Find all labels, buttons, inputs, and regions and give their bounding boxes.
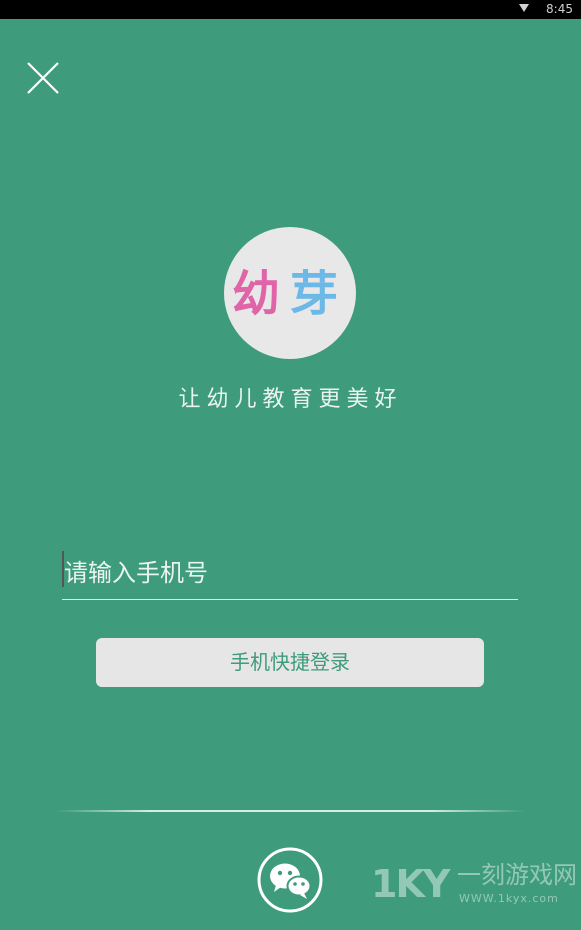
phone-number-input[interactable] bbox=[62, 553, 520, 593]
wechat-icon bbox=[257, 847, 323, 913]
phone-field bbox=[62, 545, 520, 600]
divider bbox=[55, 810, 526, 812]
wechat-login-button[interactable] bbox=[256, 846, 324, 914]
status-bar: 8:45 bbox=[0, 0, 581, 19]
signal-icon bbox=[519, 4, 529, 12]
app-logo: 幼 芽 bbox=[224, 227, 356, 359]
login-screen: 8:45 幼 芽 让幼儿教育更美好 手机快捷登录 1KY 一刻游 bbox=[0, 0, 581, 930]
logo-char-ya: 芽 bbox=[290, 266, 339, 322]
watermark-url: WWW.1kyx.com bbox=[459, 892, 559, 905]
phone-quick-login-button[interactable]: 手机快捷登录 bbox=[96, 638, 484, 687]
watermark-logo: 1KY bbox=[371, 862, 450, 906]
logo-char-you: 幼 bbox=[232, 266, 281, 322]
watermark-name: 一刻游戏网 bbox=[457, 861, 577, 889]
watermark: 1KY 一刻游戏网 WWW.1kyx.com bbox=[371, 858, 581, 912]
close-icon bbox=[27, 62, 59, 94]
status-time: 8:45 bbox=[546, 2, 573, 16]
close-button[interactable] bbox=[26, 61, 60, 95]
app-slogan: 让幼儿教育更美好 bbox=[178, 387, 403, 412]
